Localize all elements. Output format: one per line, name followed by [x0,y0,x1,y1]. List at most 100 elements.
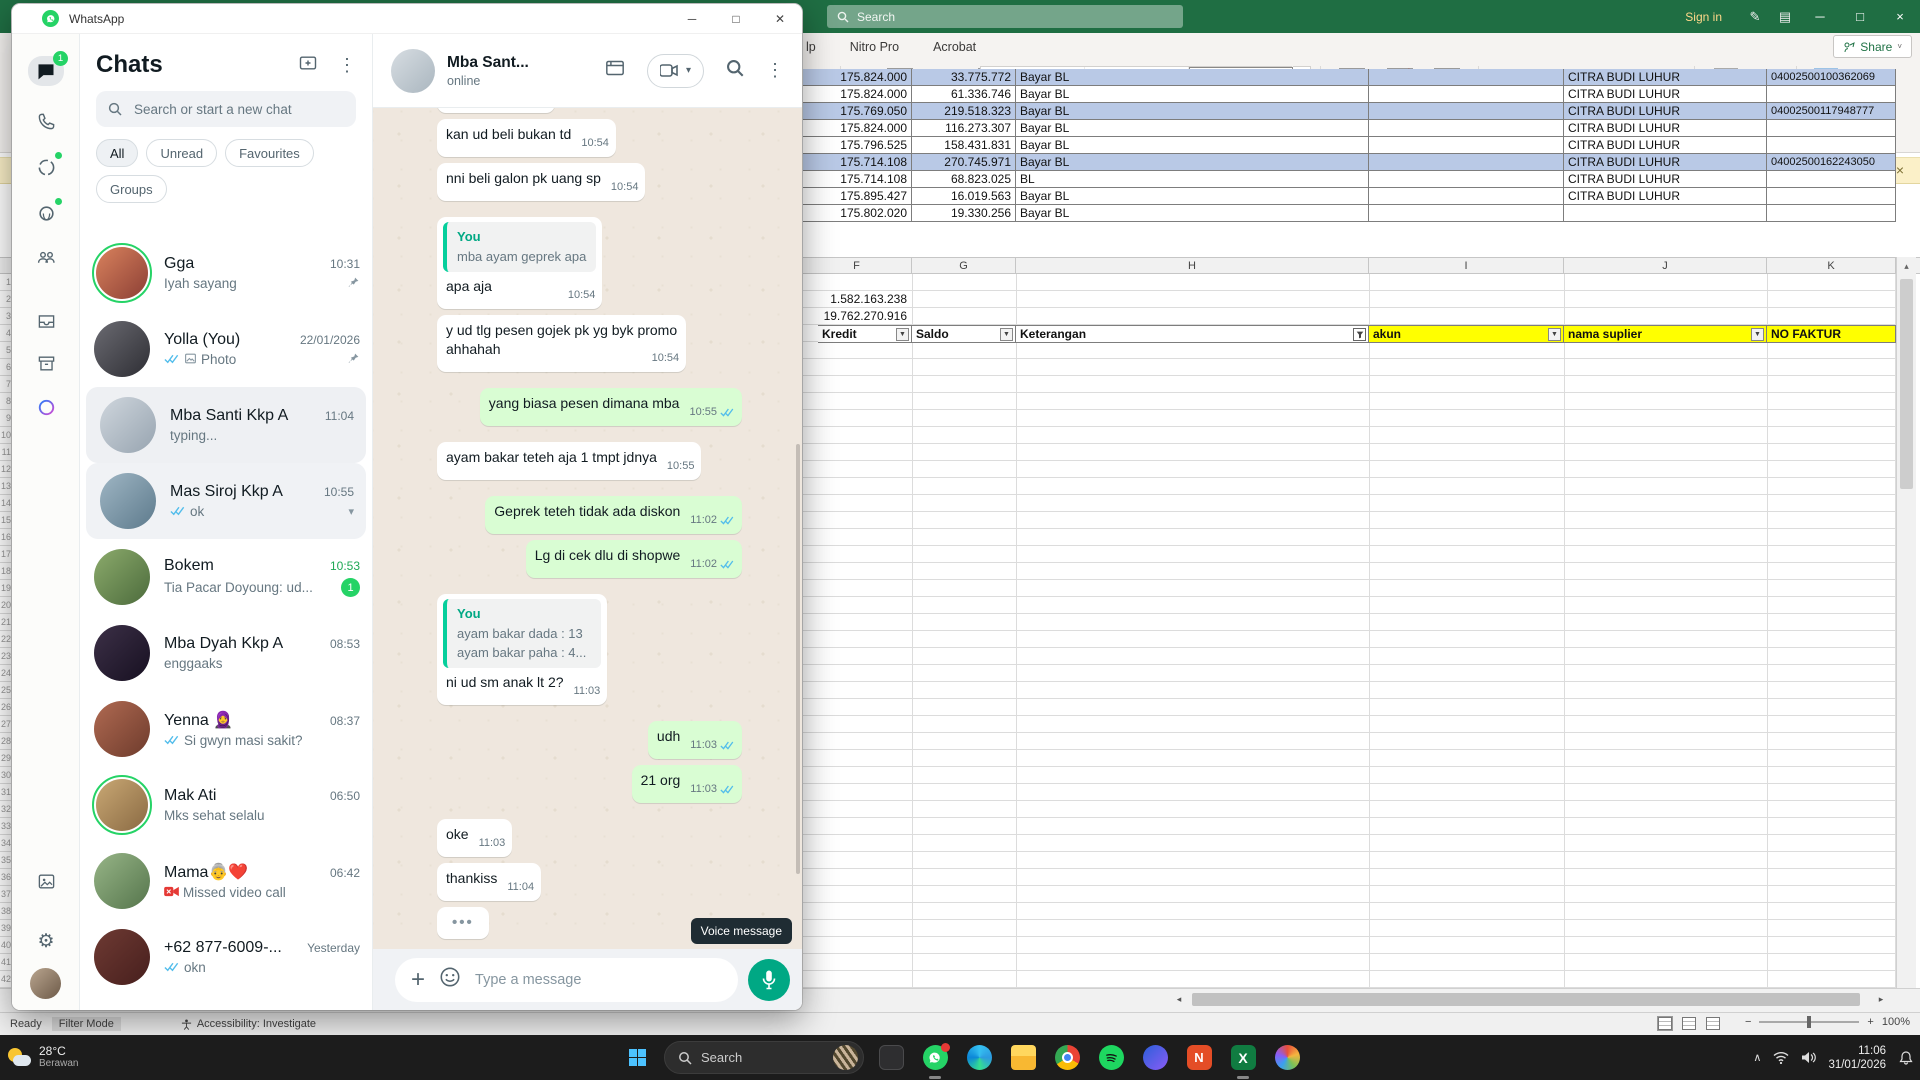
saldo-cell[interactable]: 219.518.323 [912,103,1016,120]
sidebar-item-communities[interactable] [28,242,64,272]
kredit-cell[interactable]: 175.824.000 [802,69,912,86]
filter-chip[interactable]: Unread [146,139,217,167]
no-faktur-cell[interactable]: 04002500100362069 [1767,69,1896,86]
nama-suplier-cell[interactable]: CITRA BUDI LUHUR [1564,188,1767,205]
browser-tab-icon[interactable] [605,59,625,82]
page-break-view-icon[interactable] [1706,1017,1720,1030]
phone-link-icon[interactable] [1138,1041,1172,1075]
message-bubble[interactable]: y ud tlg pesen gojek pk yg byk promo ahh… [437,315,686,372]
saldo-cell[interactable]: 19.330.256 [912,205,1016,222]
chat-list-item[interactable]: +62 877-6009-... Yesterday okn [80,919,372,995]
chrome-icon[interactable] [1050,1041,1084,1075]
table-header-cell[interactable]: nama suplier ▼ [1564,325,1767,343]
table-row[interactable]: 175.714.108 68.823.025 BL CITRA BUDI LUH… [802,171,1896,188]
conversation-scrollbar[interactable] [796,444,800,874]
dark-app-icon[interactable] [874,1041,908,1075]
table-row[interactable]: 175.802.020 19.330.256 Bayar BL [802,205,1896,222]
search-in-chat-icon[interactable] [726,59,744,82]
chat-list-item[interactable]: Yolla (You) 22/01/2026 [80,311,372,387]
message-bubble[interactable]: 21 org 11:03 [632,765,742,803]
saldo-cell[interactable]: 68.823.025 [912,171,1016,188]
notebook-icon[interactable]: ▤ [1770,9,1800,25]
table-row[interactable]: 175.824.000 116.273.307 Bayar BL CITRA B… [802,120,1896,137]
profile-avatar[interactable] [30,968,61,999]
sidebar-item-archived[interactable] [28,348,64,378]
new-chat-icon[interactable] [298,53,318,78]
file-explorer-icon[interactable] [1006,1041,1040,1075]
tab-nitro-pro[interactable]: Nitro Pro [850,40,899,54]
column-header[interactable]: F [802,258,912,274]
message-input[interactable]: Type a message [475,972,722,988]
wifi-icon[interactable] [1773,1051,1789,1064]
taskbar-clock[interactable]: 11:06 31/01/2026 [1828,1044,1886,1072]
message-bubble[interactable]: You mba ayam geprek apa apa aja 10:54 [437,217,602,309]
message-bubble[interactable]: ayam bakar teteh aja 1 tmpt jdnya 10:55 [437,442,701,480]
message-bubble[interactable]: udh 11:03 [648,721,742,759]
no-faktur-cell[interactable] [1767,137,1896,154]
chat-list-item[interactable]: Mak Ati 06:50 Mks sehat selalu [80,767,372,843]
nama-suplier-cell[interactable]: CITRA BUDI LUHUR [1564,171,1767,188]
menu-kebab-icon[interactable]: ⋮ [766,60,784,81]
nama-suplier-cell[interactable]: CITRA BUDI LUHUR [1564,86,1767,103]
excel-search-box[interactable]: Search [827,5,1183,28]
taskbar-search[interactable]: Search [664,1041,864,1074]
edge-icon[interactable] [962,1041,996,1075]
table-header-cell[interactable]: Saldo ▼ [912,325,1016,343]
voice-message-button[interactable] [748,959,790,1001]
table-header-cell[interactable]: NO FAKTUR [1767,325,1896,343]
notification-close-icon[interactable]: × [1896,162,1904,178]
settings-gear-icon[interactable]: ⚙ [28,926,64,956]
message-bubble[interactable]: You ayam bakar dada : 13 ayam bakar paha… [437,594,607,705]
tab-acrobat[interactable]: Acrobat [933,40,976,54]
message-bubble[interactable]: kan ud beli bukan td 10:54 [437,119,616,157]
saldo-cell[interactable]: 270.745.971 [912,154,1016,171]
column-header[interactable]: G [912,258,1016,274]
chat-list-item[interactable]: Mama👵❤️ 06:42 Missed video call [80,843,372,919]
keterangan-cell[interactable]: Bayar BL [1016,154,1369,171]
akun-cell[interactable] [1369,171,1564,188]
saldo-cell[interactable]: 33.775.772 [912,69,1016,86]
table-header-cell[interactable]: Keterangan [1016,325,1369,343]
table-row[interactable]: 175.769.050 219.518.323 Bayar BL CITRA B… [802,103,1896,120]
no-faktur-cell[interactable] [1767,86,1896,103]
chat-list-item[interactable]: Gga 10:31 Iyah sayang [80,235,372,311]
keterangan-cell[interactable]: Bayar BL [1016,188,1369,205]
akun-cell[interactable] [1369,188,1564,205]
chat-list-item[interactable]: Bokem 10:53 Tia Pacar Doyoung: ud... [80,539,372,615]
message-bubble[interactable]: Lg di cek dlu di shopwe 11:02 [526,540,742,578]
filter-chip[interactable]: Groups [96,175,167,203]
message-bubble[interactable]: yang biasa pesen dimana mba 10:55 [480,388,742,426]
zoom-slider-thumb[interactable] [1807,1016,1811,1028]
start-button[interactable] [620,1041,654,1075]
video-call-button[interactable]: ▾ [647,54,704,88]
table-header-cell[interactable]: akun ▼ [1369,325,1564,343]
nama-suplier-cell[interactable]: CITRA BUDI LUHUR [1564,103,1767,120]
sign-in-button[interactable]: Sign in [1685,10,1722,24]
excel-close-button[interactable]: × [1880,0,1920,33]
quoted-message[interactable]: You mba ayam geprek apa [443,222,596,272]
zoom-level[interactable]: 100% [1882,1016,1910,1028]
filter-chip[interactable]: All [96,139,138,167]
kredit-cell[interactable]: 175.769.050 [802,103,912,120]
excel-taskbar-icon[interactable]: X [1226,1041,1260,1075]
akun-cell[interactable] [1369,103,1564,120]
sidebar-item-inbox[interactable] [28,306,64,336]
wa-close-button[interactable]: ✕ [758,4,802,34]
wa-maximize-button[interactable]: □ [714,4,758,34]
zoom-in-icon[interactable]: + [1867,1016,1873,1028]
table-row[interactable]: 175.796.525 158.431.831 Bayar BL CITRA B… [802,137,1896,154]
nama-suplier-cell[interactable] [1564,205,1767,222]
table-row[interactable]: 175.824.000 33.775.772 Bayar BL CITRA BU… [802,69,1896,86]
sidebar-item-calls[interactable] [28,106,64,136]
message-bubble[interactable]: ••• [437,907,489,939]
kredit-cell[interactable]: 175.796.525 [802,137,912,154]
cell-value[interactable]: 1.582.163.238 [802,291,912,308]
message-bubble[interactable]: nni beli galon pk uang sp 10:54 [437,163,645,201]
akun-cell[interactable] [1369,154,1564,171]
message-bubble[interactable]: Geprek teteh tidak ada diskon 11:02 [485,496,742,534]
excel-maximize-button[interactable]: □ [1840,0,1880,33]
no-faktur-cell[interactable] [1767,171,1896,188]
excel-minimize-button[interactable]: ─ [1800,0,1840,33]
sidebar-item-chats[interactable]: 1 [28,56,64,86]
vertical-scrollbar[interactable]: ▴ [1896,257,1916,988]
